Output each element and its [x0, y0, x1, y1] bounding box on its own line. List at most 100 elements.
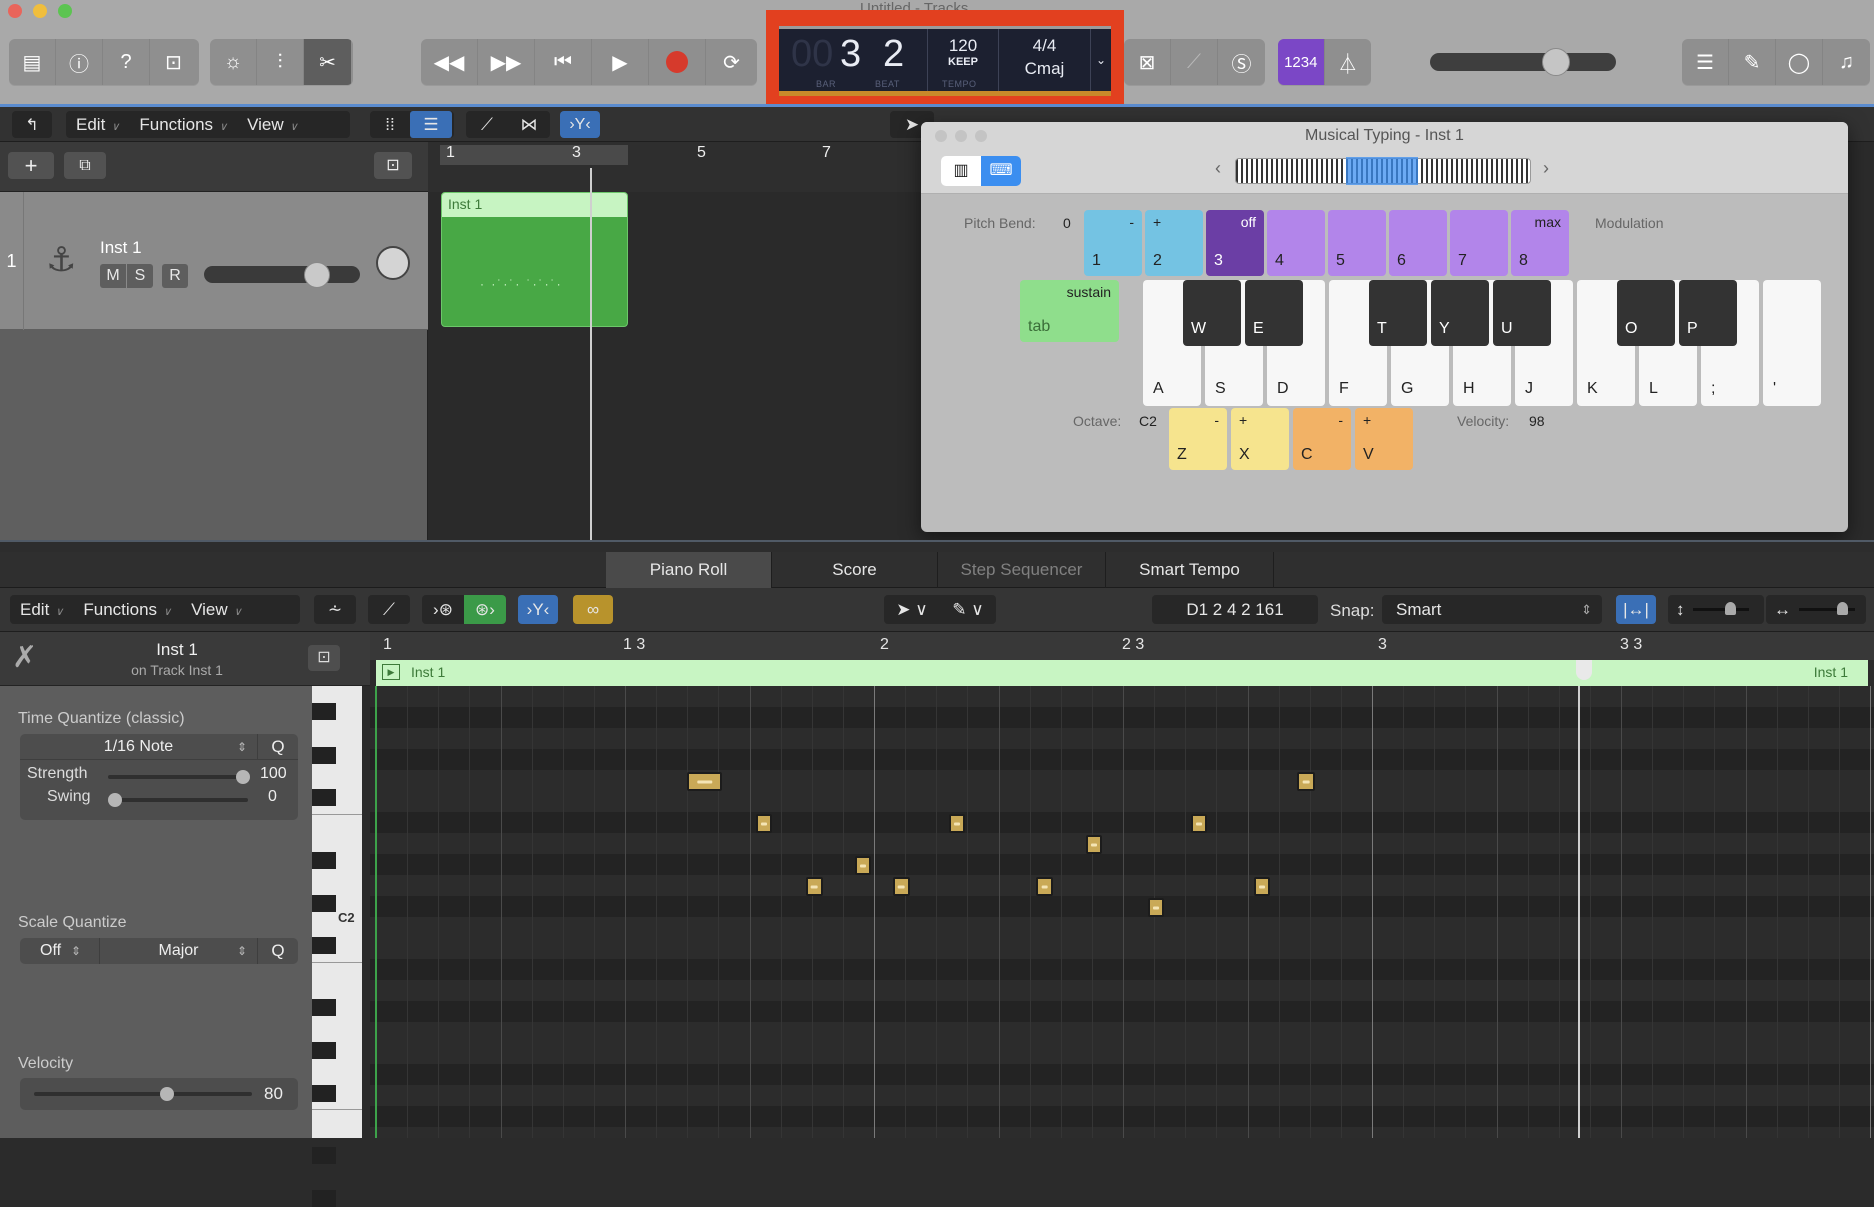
tracks-edit-menu[interactable]: Edit ∨ [66, 115, 129, 135]
pane-divider[interactable] [0, 540, 1874, 552]
swing-slider[interactable] [108, 798, 248, 802]
fit-width-icon[interactable]: |↔| [1616, 595, 1656, 624]
number-key-8[interactable]: max 8 [1511, 210, 1569, 276]
typing-keyboard-mode-icon[interactable]: ⌨ [981, 156, 1021, 186]
rewind-icon[interactable]: ◀◀ [421, 39, 478, 85]
piano-black-key[interactable] [312, 895, 336, 912]
piano-keyboard-mode-icon[interactable]: ▥ [941, 156, 981, 186]
lcd-chevron-down-icon[interactable]: ⌄ [1091, 29, 1111, 91]
octave-right-arrow-icon[interactable]: › [1543, 158, 1549, 179]
lcd-tempo[interactable]: 120 KEEP TEMPO [928, 29, 999, 91]
piano-black-key[interactable] [312, 999, 336, 1016]
track-volume-slider[interactable] [204, 262, 360, 288]
master-volume-knob[interactable] [1542, 48, 1570, 76]
scale-type-select[interactable]: Major ⇕ [100, 938, 258, 964]
lcd-position[interactable]: 00 3 2 BAR BEAT [779, 29, 928, 91]
note-velocity-knob[interactable] [160, 1087, 174, 1101]
sustain-key[interactable]: sustain tab [1020, 280, 1119, 342]
scale-quantize-q-button[interactable]: Q [258, 938, 298, 964]
pr-edit-menu[interactable]: Edit ∨ [10, 600, 73, 620]
pointer-tool-menu[interactable]: ➤ ∨ [884, 600, 940, 620]
mute-button[interactable]: M [100, 264, 126, 288]
midi-note[interactable] [1297, 772, 1315, 791]
piano-roll-region-bar[interactable]: ▶ Inst 1 Inst 1 [376, 660, 1868, 686]
collapse-icon[interactable]: ⩪ [314, 595, 356, 624]
pr-automation-icon[interactable]: ⟋ [368, 595, 410, 624]
go-to-beginning-icon[interactable]: ⏮ [535, 39, 592, 85]
midi-out-icon[interactable]: ⊛› [464, 595, 506, 624]
tuner-icon[interactable]: ⟋ [1171, 39, 1218, 85]
midi-note[interactable] [1147, 898, 1164, 917]
octave-key-v[interactable]: + V [1355, 408, 1413, 470]
midi-note[interactable] [892, 877, 911, 896]
midi-note[interactable] [755, 814, 772, 833]
number-key-4[interactable]: 4 [1267, 210, 1325, 276]
record-icon[interactable] [649, 39, 706, 85]
grid-view-icon[interactable]: ⁞⁞ [370, 115, 410, 135]
close-window-button[interactable] [8, 4, 22, 18]
smart-controls-icon[interactable]: ☼ [210, 39, 257, 85]
cycle-icon[interactable]: ⟳ [706, 39, 757, 85]
octave-key-z[interactable]: -Z [1169, 408, 1227, 470]
piano-black-key[interactable] [312, 852, 336, 869]
piano-black-key[interactable] [312, 789, 336, 806]
editor-icon[interactable]: ⊡ [150, 39, 197, 85]
global-tracks-icon[interactable]: ⊡ [374, 152, 412, 179]
play-icon[interactable]: ▶ [592, 39, 649, 85]
midi-note[interactable] [1191, 814, 1208, 833]
track-header-inst-1[interactable]: ⚓︎ Inst 1 [0, 192, 428, 330]
pr-playhead-handle[interactable] [1576, 660, 1592, 680]
midi-region[interactable]: Inst 1 · ·˙·˙· ˙·˙·˙· [441, 192, 628, 327]
scale-quantize-select[interactable]: Off ⇕ [20, 938, 100, 964]
snap-select[interactable]: Smart ⇕ [1382, 595, 1602, 624]
tab-score[interactable]: Score [772, 552, 938, 588]
loop-browser-icon[interactable]: ◯ [1776, 39, 1823, 85]
black-key-y[interactable]: Y [1431, 280, 1489, 346]
tab-smart-tempo[interactable]: Smart Tempo [1106, 552, 1274, 588]
black-key-u[interactable]: U [1493, 280, 1551, 346]
strength-knob[interactable] [236, 770, 250, 784]
inspector-menu-icon[interactable]: ⊡ [308, 645, 340, 671]
track-view-icon[interactable]: ☰ [410, 111, 452, 138]
black-key-w[interactable]: W [1183, 280, 1241, 346]
piano-black-key[interactable] [312, 1190, 336, 1207]
octave-key-c[interactable]: -C [1293, 408, 1351, 470]
tab-step-sequencer[interactable]: Step Sequencer [938, 552, 1106, 588]
keyboard-range-selection[interactable] [1346, 157, 1418, 185]
replace-icon[interactable]: ⊠ [1124, 39, 1171, 85]
piano-black-key[interactable] [312, 1042, 336, 1059]
link-icon[interactable]: ∞ [573, 595, 613, 624]
cycle-area[interactable] [440, 145, 628, 165]
octave-left-arrow-icon[interactable]: ‹ [1215, 158, 1221, 179]
octave-key-x[interactable]: + X [1231, 408, 1289, 470]
track-volume-knob[interactable] [304, 262, 330, 288]
black-key-o[interactable]: O [1617, 280, 1675, 346]
flex-icon[interactable]: ⋈ [508, 115, 550, 135]
swing-knob[interactable] [108, 793, 122, 807]
library-icon[interactable]: ▤ [9, 39, 56, 85]
number-key-1[interactable]: -1 [1084, 210, 1142, 276]
duplicate-track-icon[interactable]: ⧉ [64, 152, 106, 179]
mixer-icon[interactable]: ⫶ [257, 39, 304, 85]
tab-piano-roll[interactable]: Piano Roll [606, 552, 772, 588]
metronome-icon[interactable]: ⏃ [1325, 39, 1372, 85]
strength-slider[interactable] [108, 775, 248, 779]
number-key-3[interactable]: off 3 [1206, 210, 1264, 276]
number-key-5[interactable]: 5 [1328, 210, 1386, 276]
number-key-2[interactable]: +2 [1145, 210, 1203, 276]
midi-note[interactable] [687, 772, 723, 791]
solo-button[interactable]: S [127, 264, 153, 288]
time-quantize-select[interactable]: 1/16 Note ⇕ [20, 734, 258, 760]
time-quantize-q-button[interactable]: Q [258, 734, 298, 760]
info-icon[interactable]: ⓘ [56, 39, 103, 85]
black-key-p[interactable]: P [1679, 280, 1737, 346]
minimize-window-button[interactable] [33, 4, 47, 18]
editors-scissors-icon[interactable]: ✂ [304, 39, 351, 85]
keyboard-range-overview[interactable] [1235, 157, 1531, 185]
lcd-signature-key[interactable]: 4/4 Cmaj [999, 29, 1091, 91]
help-icon[interactable]: ? [103, 39, 150, 85]
black-key-t[interactable]: T [1369, 280, 1427, 346]
pr-view-menu[interactable]: View ∨ [181, 600, 252, 620]
zoom-window-button[interactable] [58, 4, 72, 18]
horizontal-zoom[interactable]: ↔ [1766, 595, 1866, 624]
